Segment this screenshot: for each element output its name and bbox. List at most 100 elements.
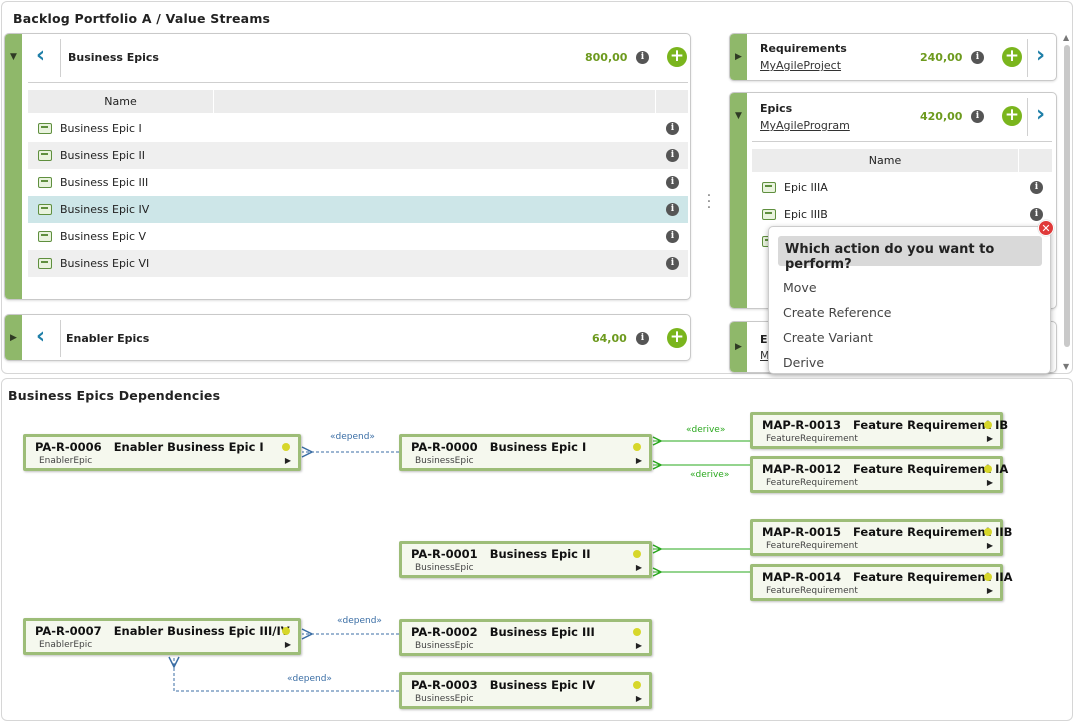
table-row-selected[interactable]: Business Epic IV i bbox=[28, 196, 688, 223]
action-popup: Which action do you want to perform? Mov… bbox=[768, 226, 1051, 374]
enabler-epics-card: ▶ ‹ Enabler Epics 64,00 i + bbox=[4, 314, 691, 361]
requirements-title: Requirements bbox=[760, 42, 847, 55]
action-derive[interactable]: Derive bbox=[783, 355, 824, 370]
column-header-name[interactable]: Name bbox=[28, 95, 213, 108]
node-name: Enabler Business Epic III/IV bbox=[113, 624, 290, 638]
grid-header: Name bbox=[752, 149, 1052, 173]
node-id: PA-R-0003 bbox=[411, 678, 478, 692]
triangle-right-icon[interactable]: ▶ bbox=[987, 478, 993, 487]
enabler-epics-expand-strip[interactable]: ▶ bbox=[5, 315, 22, 360]
triangle-right-icon[interactable]: ▶ bbox=[987, 541, 993, 550]
dependency-node[interactable]: PA-R-0007 Enabler Business Epic III/IV E… bbox=[23, 618, 301, 655]
dependencies-panel-title: Business Epics Dependencies bbox=[8, 388, 221, 403]
table-row[interactable]: Business Epic VI i bbox=[28, 250, 688, 277]
triangle-down-icon[interactable]: ▼ bbox=[10, 52, 17, 62]
info-icon[interactable]: i bbox=[971, 51, 984, 64]
info-icon[interactable]: i bbox=[666, 257, 679, 270]
info-icon[interactable]: i bbox=[1030, 181, 1043, 194]
triangle-right-icon[interactable]: ▶ bbox=[636, 563, 642, 572]
info-icon[interactable]: i bbox=[666, 230, 679, 243]
plus-circle-icon[interactable]: + bbox=[1002, 47, 1022, 67]
triangle-right-icon[interactable]: ▶ bbox=[735, 52, 742, 62]
info-icon[interactable]: i bbox=[636, 51, 649, 64]
triangle-right-icon[interactable]: ▶ bbox=[987, 586, 993, 595]
node-title: MAP-R-0013 Feature Requirement IB bbox=[762, 418, 1008, 432]
node-type: FeatureRequirement bbox=[766, 434, 858, 444]
chevron-left-icon[interactable]: ‹ bbox=[36, 326, 45, 348]
triangle-right-icon[interactable]: ▶ bbox=[987, 434, 993, 443]
node-id: PA-R-0000 bbox=[411, 440, 478, 454]
edge-label: «depend» bbox=[287, 674, 332, 684]
triangle-right-icon[interactable]: ▶ bbox=[636, 641, 642, 650]
table-row[interactable]: Epic IIIA i bbox=[752, 174, 1052, 201]
node-title: MAP-R-0015 Feature Requirement IIB bbox=[762, 525, 1012, 539]
epics-collapse-strip[interactable]: ▼ bbox=[730, 93, 747, 308]
chevron-right-icon[interactable]: › bbox=[1036, 45, 1045, 67]
action-create-variant[interactable]: Create Variant bbox=[783, 330, 873, 345]
node-id: PA-R-0001 bbox=[411, 547, 478, 561]
row-name: Business Epic III bbox=[60, 176, 149, 189]
requirements-link[interactable]: MyAgileProject bbox=[760, 59, 841, 72]
dependency-node[interactable]: MAP-R-0013 Feature Requirement IB Featur… bbox=[750, 412, 1008, 449]
column-header-name[interactable]: Name bbox=[752, 154, 1018, 167]
chevron-left-icon[interactable]: ‹ bbox=[36, 45, 45, 67]
right-scrollbar[interactable]: ▲ ▼ bbox=[1063, 33, 1071, 373]
action-create-reference[interactable]: Create Reference bbox=[783, 305, 891, 320]
dependency-node[interactable]: MAP-R-0012 Feature Requirement IA Featur… bbox=[750, 456, 1008, 493]
info-icon[interactable]: i bbox=[666, 203, 679, 216]
chevron-right-icon[interactable]: › bbox=[1036, 104, 1045, 126]
dependency-node[interactable]: PA-R-0002 Business Epic III BusinessEpic… bbox=[399, 619, 652, 656]
edge-label: «derive» bbox=[690, 470, 730, 480]
triangle-right-icon[interactable]: ▶ bbox=[636, 456, 642, 465]
partial-expand-strip[interactable]: ▶ bbox=[730, 322, 747, 372]
scroll-down-icon[interactable]: ▼ bbox=[1063, 362, 1069, 371]
scrollbar-thumb[interactable] bbox=[1064, 45, 1070, 347]
info-icon[interactable]: i bbox=[1030, 208, 1043, 221]
status-dot bbox=[282, 443, 290, 451]
scroll-up-icon[interactable]: ▲ bbox=[1063, 33, 1069, 42]
table-row[interactable]: Business Epic I i bbox=[28, 115, 688, 142]
epic-card-icon bbox=[762, 182, 776, 193]
table-row[interactable]: Epic IIIB i bbox=[752, 201, 1052, 228]
table-row[interactable]: Business Epic V i bbox=[28, 223, 688, 250]
info-icon[interactable]: i bbox=[666, 176, 679, 189]
table-row[interactable]: Business Epic II i bbox=[28, 142, 688, 169]
info-icon[interactable]: i bbox=[636, 332, 649, 345]
dependency-node[interactable]: PA-R-0006 Enabler Business Epic I Enable… bbox=[23, 434, 301, 471]
triangle-right-icon[interactable]: ▶ bbox=[10, 333, 17, 343]
info-icon[interactable]: i bbox=[971, 110, 984, 123]
epics-link[interactable]: MyAgileProgram bbox=[760, 119, 850, 132]
business-epics-collapse-strip[interactable]: ▼ bbox=[5, 34, 22, 299]
triangle-right-icon[interactable]: ▶ bbox=[636, 694, 642, 703]
dependency-node[interactable]: MAP-R-0015 Feature Requirement IIB Featu… bbox=[750, 519, 1012, 556]
plus-circle-icon[interactable]: + bbox=[667, 47, 687, 67]
info-icon[interactable]: i bbox=[666, 122, 679, 135]
dependency-node[interactable]: PA-R-0000 Business Epic I BusinessEpic ▶ bbox=[399, 434, 652, 471]
dependency-node[interactable]: MAP-R-0014 Feature Requirement IIA Featu… bbox=[750, 564, 1013, 601]
dependency-node[interactable]: PA-R-0001 Business Epic II BusinessEpic … bbox=[399, 541, 652, 578]
backlog-panel-title: Backlog Portfolio A / Value Streams bbox=[13, 11, 271, 26]
requirements-expand-strip[interactable]: ▶ bbox=[730, 34, 747, 80]
triangle-right-icon[interactable]: ▶ bbox=[285, 640, 291, 649]
node-title: PA-R-0000 Business Epic I bbox=[411, 440, 586, 454]
node-name: Enabler Business Epic I bbox=[113, 440, 264, 454]
close-icon[interactable]: ✕ bbox=[1038, 220, 1054, 236]
node-name: Business Epic II bbox=[489, 547, 591, 561]
triangle-right-icon[interactable]: ▶ bbox=[735, 342, 742, 352]
info-icon[interactable]: i bbox=[666, 149, 679, 162]
dependency-node[interactable]: PA-R-0003 Business Epic IV BusinessEpic … bbox=[399, 672, 652, 709]
node-title: MAP-R-0014 Feature Requirement IIA bbox=[762, 570, 1013, 584]
business-epics-card: ▼ ‹ Business Epics 800,00 i + Name Busin… bbox=[4, 33, 691, 300]
triangle-right-icon[interactable]: ▶ bbox=[285, 456, 291, 465]
header-divider bbox=[60, 39, 61, 77]
table-row[interactable]: Business Epic III i bbox=[28, 169, 688, 196]
triangle-down-icon[interactable]: ▼ bbox=[735, 111, 742, 121]
node-title: PA-R-0006 Enabler Business Epic I bbox=[35, 440, 264, 454]
plus-circle-icon[interactable]: + bbox=[667, 328, 687, 348]
status-dot bbox=[633, 443, 641, 451]
action-move[interactable]: Move bbox=[783, 280, 817, 295]
plus-circle-icon[interactable]: + bbox=[1002, 106, 1022, 126]
vertical-dots-icon[interactable]: · · · bbox=[706, 189, 712, 215]
node-id: PA-R-0007 bbox=[35, 624, 102, 638]
epic-card-icon bbox=[762, 209, 776, 220]
